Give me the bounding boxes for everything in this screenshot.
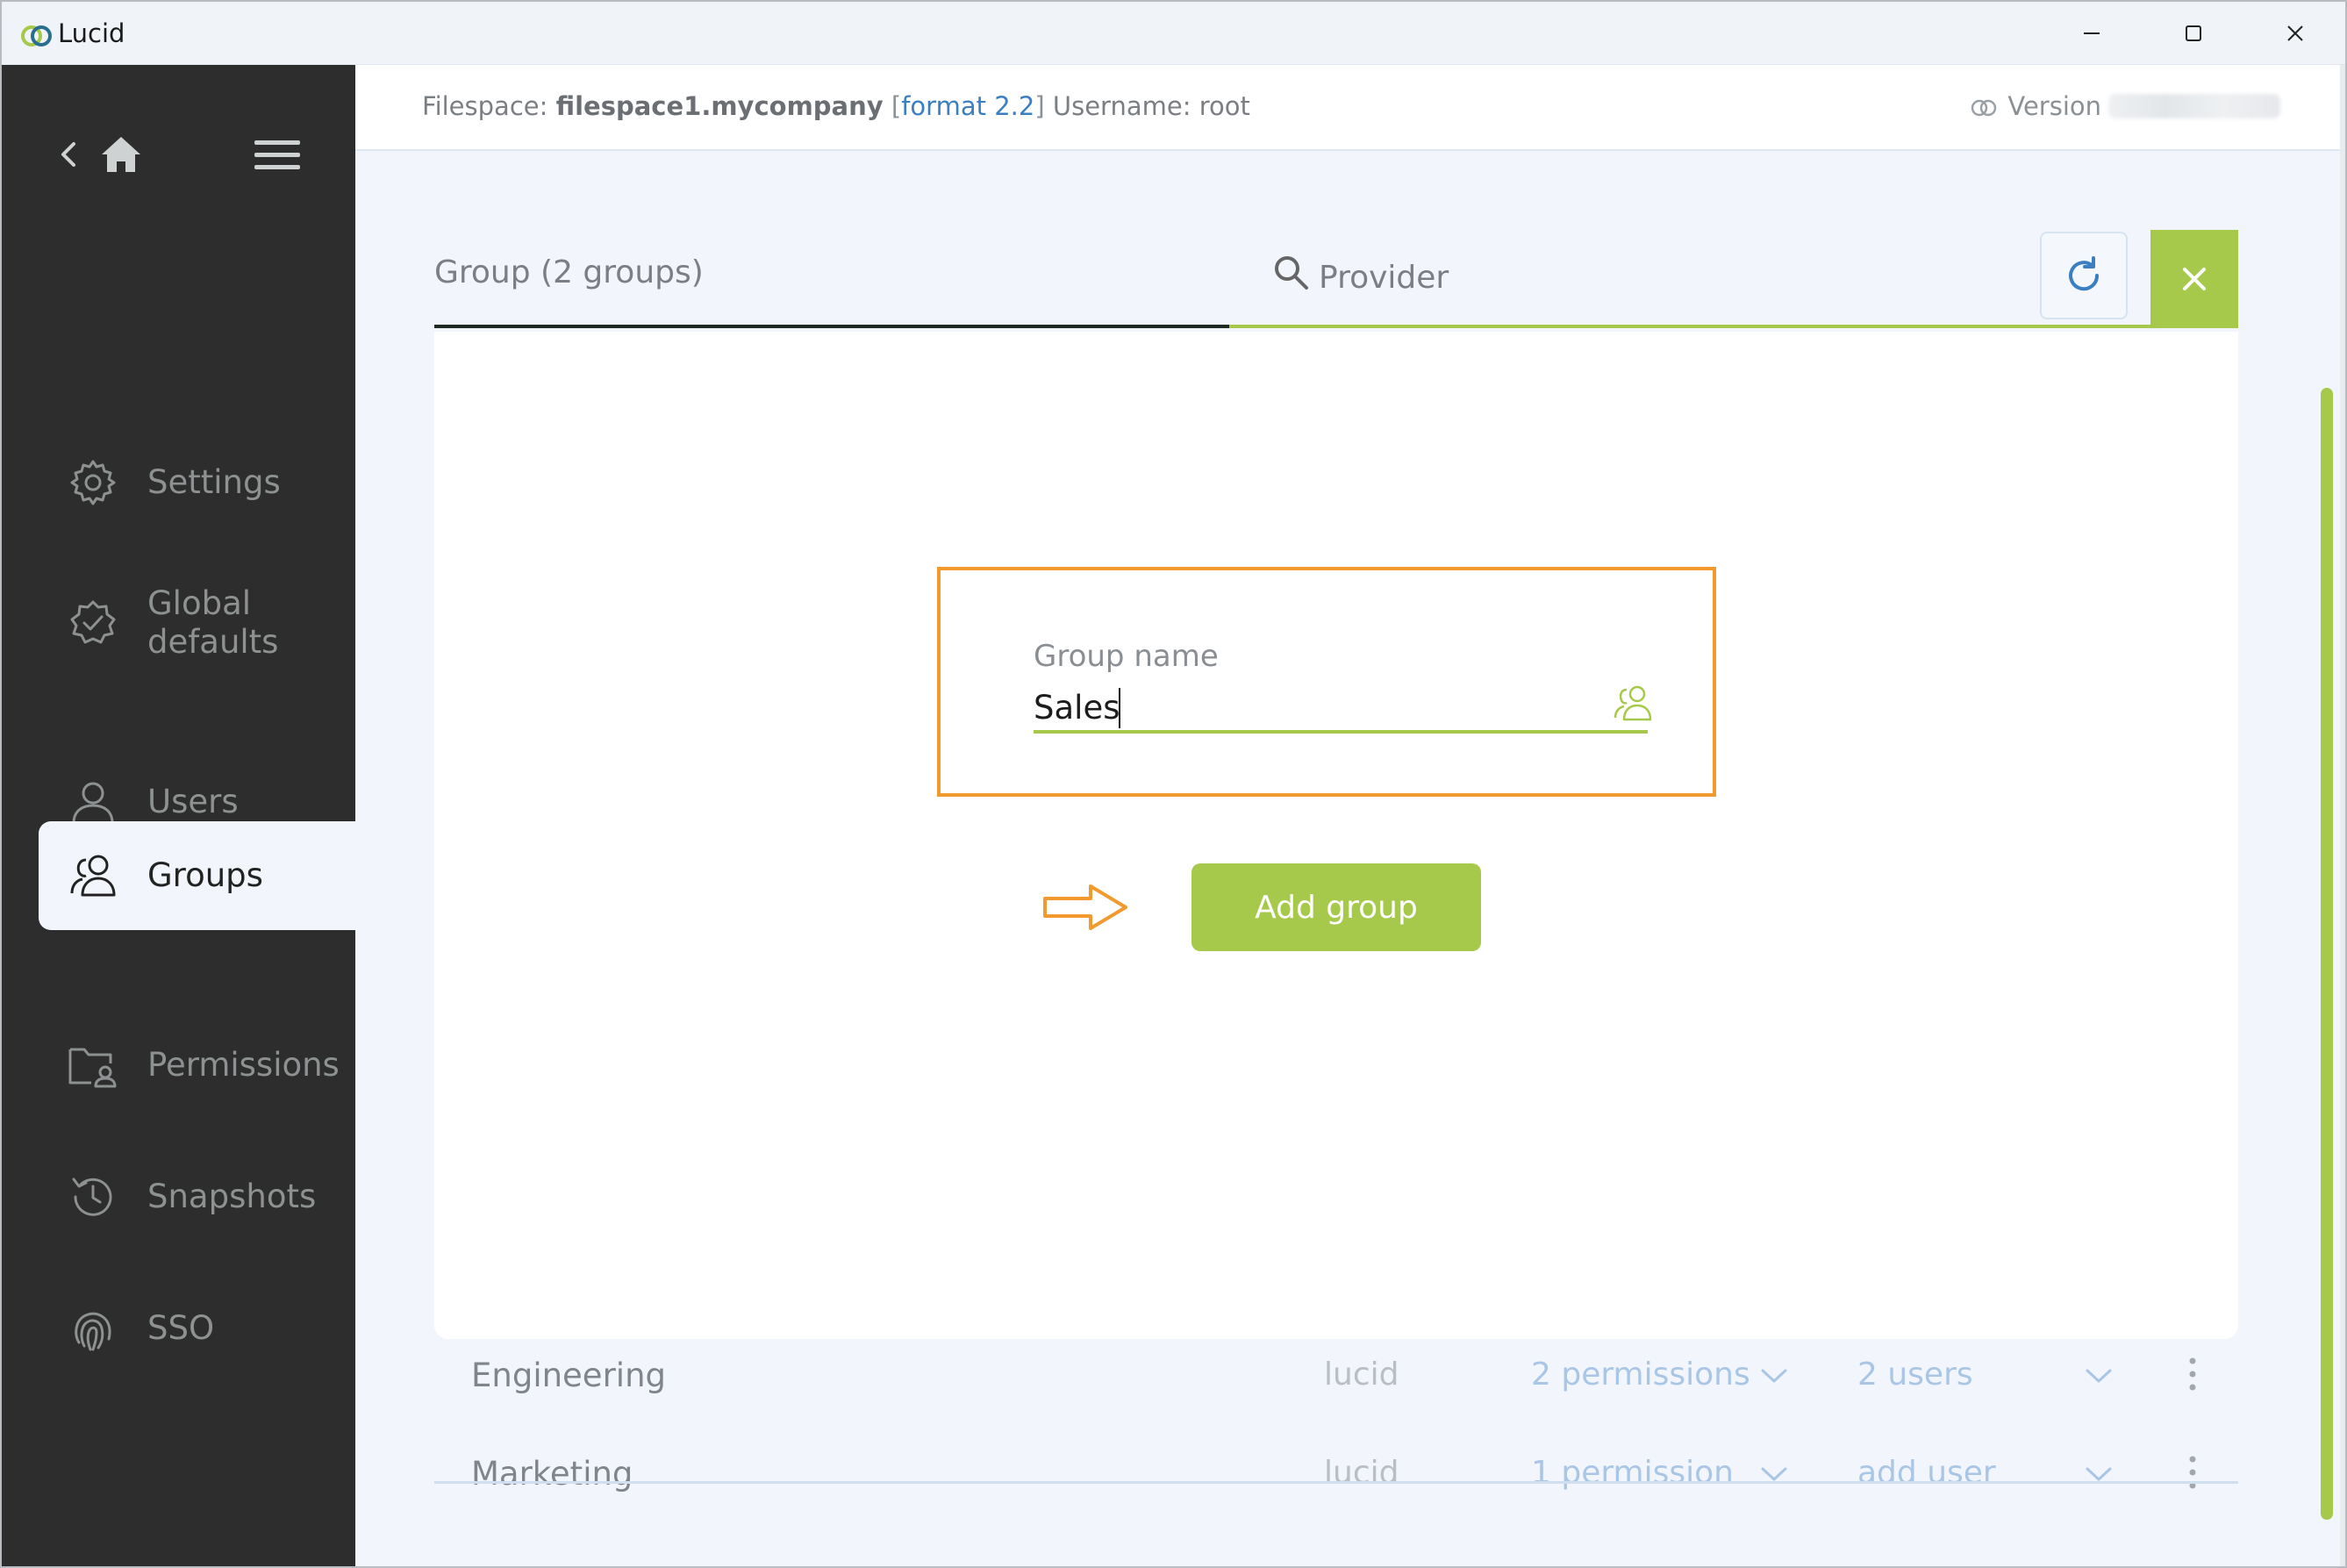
sidebar-item-label: Permissions (147, 1046, 340, 1084)
group-icon (1614, 685, 1652, 721)
version-info: Version (1969, 91, 2280, 121)
chevron-down-icon[interactable] (2084, 1365, 2114, 1386)
history-icon (72, 1178, 112, 1216)
more-options-icon[interactable] (2187, 1357, 2198, 1392)
tab-provider-label: Provider (1319, 260, 1449, 296)
app-window: Lucid Settings Global defaults Users Gro… (0, 0, 2347, 1568)
main-content: Filespace: filespace1.mycompany [format … (355, 65, 2345, 1566)
sidebar-item-settings[interactable]: Settings (2, 428, 355, 537)
sidebar-item-label: Groups (147, 856, 263, 894)
window-title: Lucid (58, 18, 125, 48)
format-bracket-open: [ (891, 91, 902, 121)
add-group-button[interactable]: Add group (1191, 863, 1481, 951)
users-dropdown[interactable]: 2 users (1857, 1357, 1973, 1393)
users-dropdown[interactable]: add user (1857, 1455, 1996, 1491)
sidebar-item-label: Snapshots (147, 1178, 317, 1215)
filespace-name: filespace1.mycompany (555, 91, 884, 121)
group-name: Engineering (471, 1357, 666, 1394)
format-link[interactable]: format 2.2 (901, 91, 1034, 121)
minimize-button[interactable] (2041, 2, 2143, 65)
format-bracket-close: ] (1034, 91, 1045, 121)
close-form-button[interactable] (2150, 230, 2238, 328)
sidebar-header (2, 65, 355, 240)
username-text: Username: root (1052, 91, 1250, 121)
sidebar: Settings Global defaults Users Groups Pe… (2, 65, 355, 1566)
tab-group[interactable]: Group (2 groups) (434, 161, 1229, 328)
badge-check-icon (70, 600, 116, 644)
sidebar-item-label-line1: Global (147, 584, 252, 622)
group-tab-row: Group (2 groups) Provider (434, 161, 2238, 328)
minimize-icon (2084, 32, 2100, 34)
version-label: Version (2007, 91, 2101, 121)
permissions-dropdown[interactable]: 1 permission (1531, 1455, 1734, 1491)
lucid-link-icon (1971, 99, 1997, 117)
sidebar-item-permissions[interactable]: Permissions (2, 1011, 355, 1120)
gear-icon (70, 460, 116, 505)
sidebar-item-sso[interactable]: SSO (2, 1274, 355, 1383)
sidebar-item-label: SSO (147, 1309, 215, 1347)
sidebar-item-groups[interactable]: Groups (39, 821, 355, 930)
permissions-dropdown[interactable]: 2 permissions (1531, 1357, 1750, 1393)
sidebar-item-label: Users (147, 783, 239, 820)
group-name-input[interactable] (1034, 677, 1648, 734)
hamburger-menu-icon[interactable] (253, 135, 302, 174)
title-bar: Lucid (2, 2, 2345, 65)
maximize-icon (2186, 25, 2201, 41)
close-icon (2287, 25, 2303, 41)
lucid-logo-icon (21, 25, 52, 47)
arrow-right-icon (1043, 884, 1127, 930)
close-icon (2183, 268, 2206, 290)
filespace-bar: Filespace: filespace1.mycompany [format … (355, 65, 2345, 151)
sidebar-item-snapshots[interactable]: Snapshots (2, 1142, 355, 1251)
filespace-info: Filespace: filespace1.mycompany [format … (422, 91, 1250, 121)
add-group-panel: Group name Add group (434, 332, 2238, 1339)
user-icon (72, 782, 114, 825)
home-icon[interactable] (98, 133, 144, 175)
folder-user-icon (68, 1048, 117, 1088)
list-divider (434, 1481, 2238, 1484)
group-icon (70, 855, 116, 897)
back-icon[interactable] (56, 137, 81, 172)
scrollbar[interactable] (2321, 388, 2333, 1520)
refresh-button[interactable] (2040, 232, 2128, 319)
tab-group-label: Group (2 groups) (434, 254, 704, 290)
fingerprint-icon (75, 1312, 111, 1351)
scrollbar-gutter (2340, 65, 2345, 1566)
more-options-icon[interactable] (2187, 1455, 2198, 1490)
sidebar-item-label-line2: defaults (147, 623, 279, 661)
group-name: Marketing (471, 1455, 633, 1493)
version-number-redacted (2108, 94, 2280, 118)
group-name-label: Group name (1034, 639, 1219, 674)
sidebar-item-label: Settings (147, 463, 281, 501)
sidebar-item-label: Global defaults (147, 584, 278, 662)
group-name-highlight: Group name (937, 567, 1716, 797)
group-provider: lucid (1324, 1455, 1399, 1491)
group-provider: lucid (1324, 1357, 1399, 1393)
text-caret (1119, 688, 1120, 728)
filespace-label: Filespace: (422, 91, 548, 121)
sidebar-item-global-defaults[interactable]: Global defaults (2, 560, 355, 686)
maximize-button[interactable] (2143, 2, 2244, 65)
refresh-icon (2069, 256, 2100, 291)
table-row: Marketing lucid 1 permission add user (434, 1425, 2238, 1523)
table-row: Engineering lucid 2 permissions 2 users (434, 1327, 2238, 1425)
chevron-down-icon[interactable] (1759, 1365, 1789, 1386)
close-window-button[interactable] (2244, 2, 2345, 65)
